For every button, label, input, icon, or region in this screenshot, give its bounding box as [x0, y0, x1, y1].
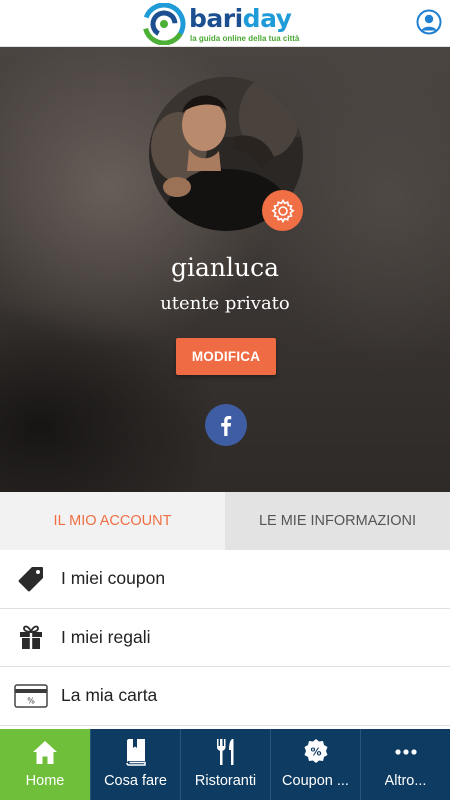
nav-cosa-fare[interactable]: Cosa fare	[90, 729, 180, 800]
menu-item-label: La mia carta	[61, 685, 158, 706]
settings-button[interactable]	[262, 190, 303, 231]
bottom-nav: Home Cosa fare Ristoranti % Coupon ... A…	[0, 729, 450, 800]
logo-text: bariday la guida online della tua città	[189, 3, 309, 45]
nav-ristoranti[interactable]: Ristoranti	[180, 729, 270, 800]
percent-badge-icon: %	[271, 729, 361, 769]
gear-icon	[270, 198, 295, 223]
facebook-button[interactable]	[205, 404, 247, 446]
nav-cosa-fare-label: Cosa fare	[104, 773, 167, 789]
logo-tagline: la guida online della tua città	[190, 34, 300, 43]
menu-item-label: I miei coupon	[61, 568, 166, 589]
tab-my-information[interactable]: LE MIE INFORMAZIONI	[225, 492, 450, 550]
home-icon	[0, 729, 90, 769]
profile-hero: gianluca utente privato MODIFICA	[0, 47, 450, 492]
user-type: utente privato	[160, 293, 290, 314]
menu-item-gifts[interactable]: I miei regali	[0, 608, 450, 667]
account-menu: I miei coupon I miei regali % La mia car…	[0, 550, 450, 726]
bariday-logo[interactable]: bariday la guida online della tua città	[142, 3, 309, 45]
nav-ristoranti-label: Ristoranti	[194, 773, 257, 789]
more-dots-icon	[361, 729, 450, 769]
menu-item-label: I miei regali	[61, 626, 151, 647]
app-header: bariday la guida online della tua città	[0, 0, 450, 47]
fork-knife-icon	[181, 729, 271, 769]
menu-item-card[interactable]: % La mia carta	[0, 667, 450, 726]
svg-text:%: %	[310, 746, 321, 759]
logo-word: bariday	[189, 4, 292, 33]
facebook-icon	[221, 416, 232, 436]
nav-home-label: Home	[25, 773, 65, 789]
edit-profile-button[interactable]: MODIFICA	[176, 338, 276, 375]
book-icon	[91, 729, 181, 769]
tag-icon	[14, 564, 48, 594]
logo-word-part1: bari	[189, 4, 243, 33]
user-circle-icon[interactable]	[416, 9, 442, 35]
nav-coupon[interactable]: % Coupon ...	[270, 729, 360, 800]
gift-icon	[14, 622, 48, 652]
card-icon: %	[14, 681, 48, 711]
svg-text:%: %	[27, 696, 35, 705]
nav-coupon-label: Coupon ...	[282, 773, 349, 789]
bariday-logo-mark-icon	[142, 3, 186, 45]
nav-altro-label: Altro...	[384, 773, 427, 789]
account-tabs: IL MIO ACCOUNT LE MIE INFORMAZIONI	[0, 492, 450, 550]
tab-my-account[interactable]: IL MIO ACCOUNT	[0, 492, 225, 550]
username: gianluca	[170, 253, 279, 282]
menu-item-coupons[interactable]: I miei coupon	[0, 550, 450, 609]
nav-home[interactable]: Home	[0, 729, 90, 800]
logo-word-part2: day	[242, 4, 292, 33]
nav-altro[interactable]: Altro...	[360, 729, 450, 800]
